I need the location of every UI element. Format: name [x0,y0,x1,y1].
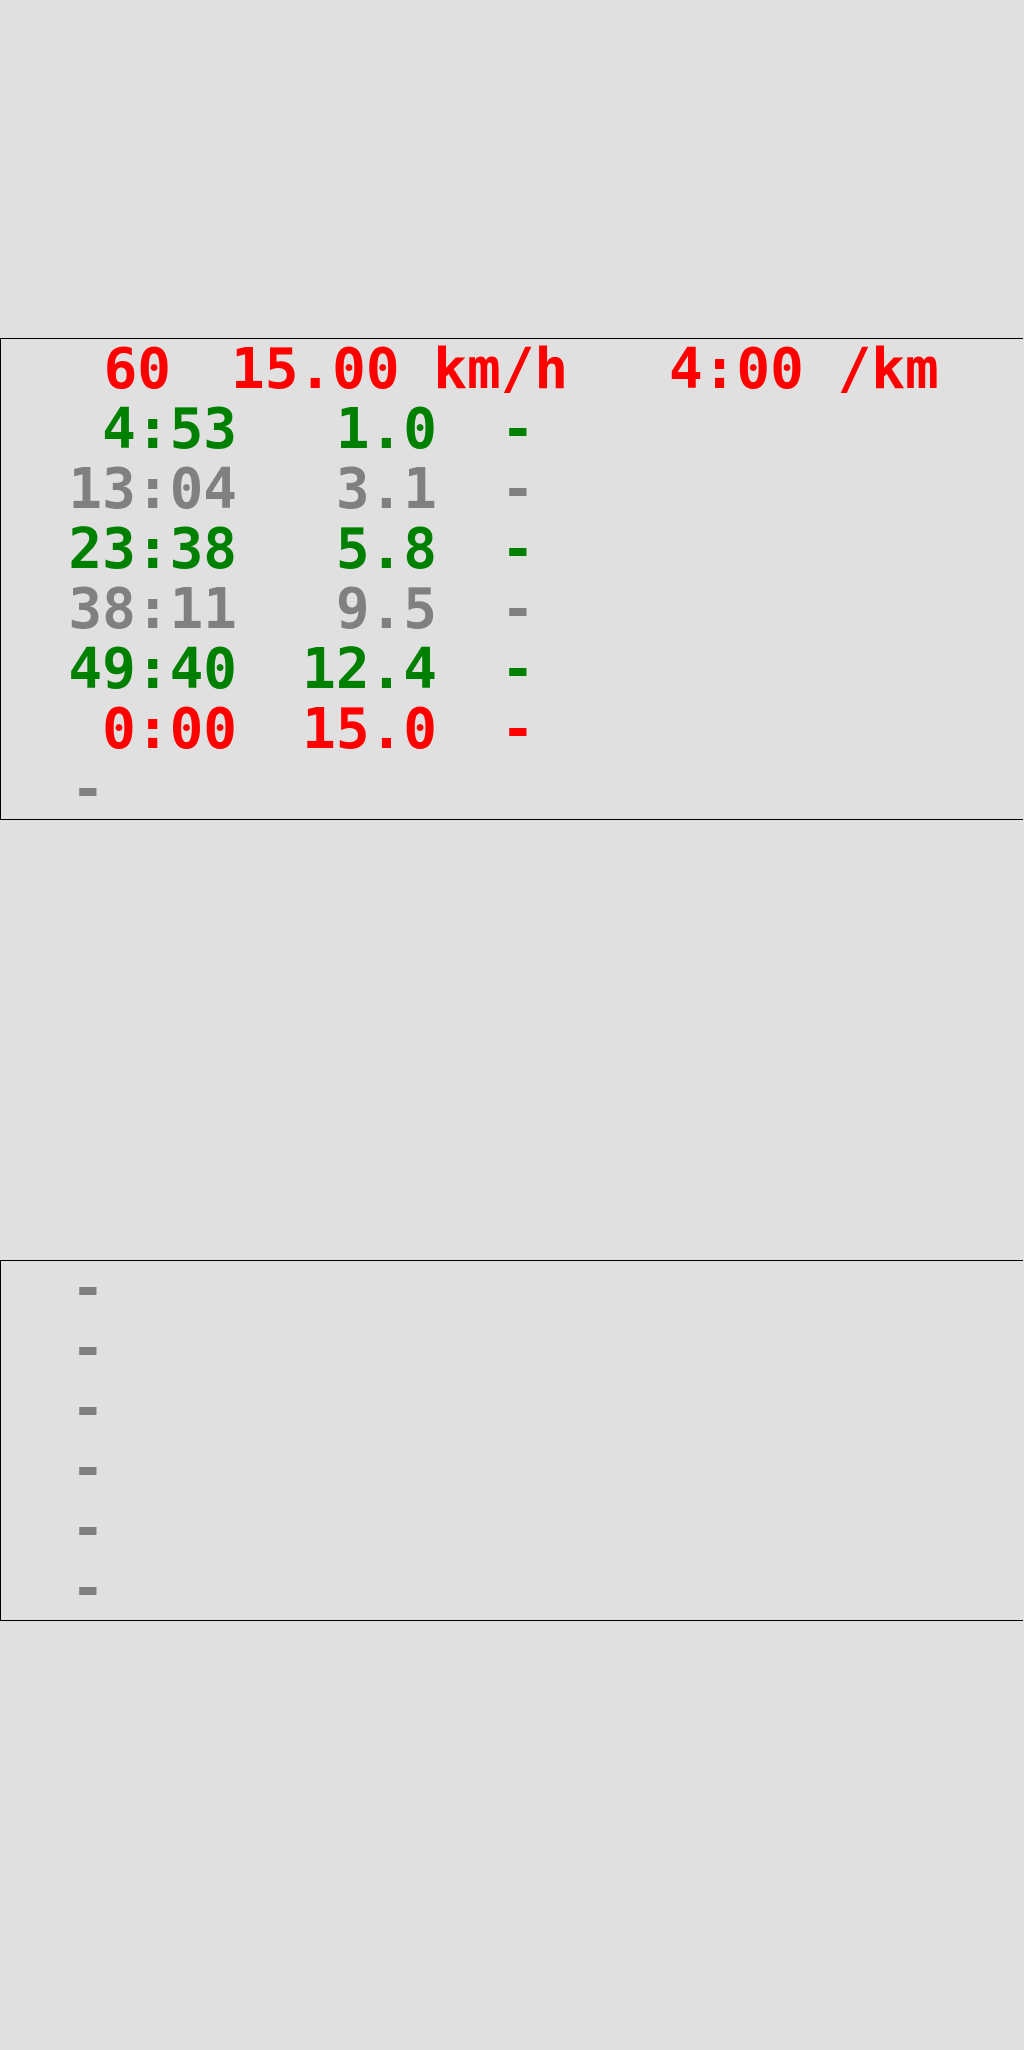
list-item: - [1,1319,136,1379]
target-minutes: 60 [103,337,171,402]
split-delta: - [501,397,535,462]
split-delta: - [501,637,535,702]
splits-panel: 60 15.00 km/h 4:00 /km 4:53 1.0 - 13:04 … [0,338,1023,820]
list-item-dash: - [71,1496,105,1561]
split-distance: 3.1 [335,457,437,522]
trailing-dash: - [71,757,105,822]
split-delta: - [501,517,535,582]
list-item-dash: - [71,1256,105,1321]
split-delta: - [501,697,535,762]
target-speed: 15.00 km/h [231,337,569,402]
header-row: 60 15.00 km/h 4:00 /km [1,340,939,400]
list-item: - [1,1499,136,1559]
list-item: - [1,1259,136,1319]
target-pace: 4:00 /km [669,337,939,402]
split-row: 38:11 9.5 - [1,580,534,640]
list-item: - [1,1379,136,1439]
split-time: 23:38 [68,517,237,582]
split-distance: 5.8 [335,517,437,582]
split-row: 13:04 3.1 - [1,460,534,520]
split-distance: 1.0 [335,397,437,462]
split-row: 49:40 12.4 - [1,640,534,700]
bottom-list-panel: - - - - - - [0,1259,1023,1621]
list-item: - [1,1439,136,1499]
split-distance: 12.4 [302,637,437,702]
split-time: 38:11 [68,577,237,642]
split-distance: 9.5 [335,577,437,642]
split-time: 13:04 [68,457,237,522]
split-time: 49:40 [68,637,237,702]
list-item-dash: - [71,1376,105,1441]
split-row: 23:38 5.8 - [1,520,534,580]
list-item-dash: - [71,1316,105,1381]
split-row: 4:53 1.0 - [1,400,535,460]
list-item: - [1,1559,136,1619]
list-item-dash: - [71,1556,105,1621]
split-row-final: 0:00 15.0 - [1,700,535,760]
split-delta: - [501,457,535,522]
split-delta: - [501,577,535,642]
trailing-row: - [1,760,136,820]
split-time: 4:53 [102,397,237,462]
split-time: 0:00 [102,697,237,762]
split-distance: 15.0 [302,697,437,762]
list-item-dash: - [71,1436,105,1501]
